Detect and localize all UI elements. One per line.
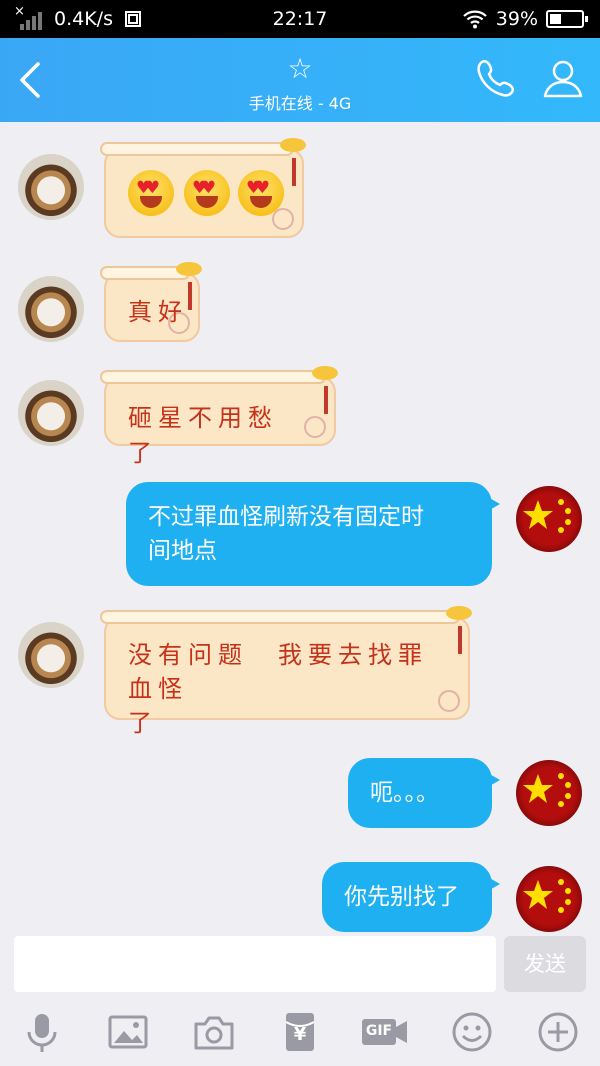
send-button[interactable]: 发送 <box>504 936 586 992</box>
message-text: 真好 <box>128 298 188 326</box>
flag-stars-icon <box>523 879 571 913</box>
wifi-icon <box>463 10 487 29</box>
contact-avatar[interactable] <box>18 276 84 342</box>
message-line: 了 <box>128 709 158 737</box>
gif-icon[interactable]: GIF <box>360 1010 410 1054</box>
seal-icon <box>272 208 294 230</box>
message-scroll-bubble[interactable] <box>100 138 306 238</box>
message-scroll-bubble[interactable]: 真好 <box>100 262 202 342</box>
heart-eyes-emoji <box>128 170 174 216</box>
contact-avatar[interactable] <box>18 380 84 446</box>
chat-header: ☆ 手机在线 - 4G <box>0 38 600 122</box>
self-avatar[interactable] <box>516 486 582 552</box>
image-icon[interactable] <box>106 1010 150 1054</box>
message-list[interactable]: 真好 砸星不用愁了 不过罪血怪刷新没有固定时 间地点 没有问题 我要去找罪血怪 … <box>0 122 600 932</box>
message-line: 没有问题 我要去找罪血怪 <box>128 641 428 703</box>
message-scroll-bubble[interactable]: 没有问题 我要去找罪血怪 了 <box>100 606 472 737</box>
input-bar: 发送 <box>0 932 600 998</box>
battery-percent: 39% <box>495 8 538 30</box>
heart-eyes-emoji <box>184 170 230 216</box>
status-bar: × 0.4K/s 22:17 39% <box>0 0 600 38</box>
message-bubble[interactable]: 你先别找了 <box>322 862 500 932</box>
message-bubble[interactable]: 不过罪血怪刷新没有固定时 间地点 <box>126 482 500 586</box>
flag-stars-icon <box>523 499 571 533</box>
yen-glyph: ¥ <box>293 1024 307 1045</box>
message-line: 间地点 <box>148 538 217 564</box>
message-scroll-bubble[interactable]: 砸星不用愁了 <box>100 366 338 467</box>
battery-icon <box>546 10 588 28</box>
emoji-icon[interactable] <box>450 1010 494 1054</box>
message-line: 不过罪血怪刷新没有固定时 <box>148 504 424 530</box>
contact-avatar[interactable] <box>18 154 84 220</box>
phone-icon[interactable] <box>472 56 518 102</box>
gif-label: GIF <box>365 1023 393 1039</box>
message-text: 没有问题 我要去找罪血怪 了 <box>128 638 452 740</box>
message-input[interactable] <box>14 936 496 992</box>
flag-stars-icon <box>523 773 571 807</box>
input-toolbar: ¥ GIF <box>0 998 600 1066</box>
self-avatar[interactable] <box>516 866 582 932</box>
plus-icon[interactable] <box>536 1010 580 1054</box>
message-bubble[interactable]: 呃。。。 <box>348 758 500 828</box>
red-packet-icon[interactable]: ¥ <box>278 1010 322 1054</box>
microphone-icon[interactable] <box>20 1010 64 1054</box>
self-avatar[interactable] <box>516 760 582 826</box>
profile-icon[interactable] <box>540 56 586 102</box>
message-text: 砸星不用愁了 <box>128 404 278 467</box>
contact-avatar[interactable] <box>18 622 84 688</box>
camera-icon[interactable] <box>192 1010 236 1054</box>
heart-eyes-emoji <box>238 170 284 216</box>
